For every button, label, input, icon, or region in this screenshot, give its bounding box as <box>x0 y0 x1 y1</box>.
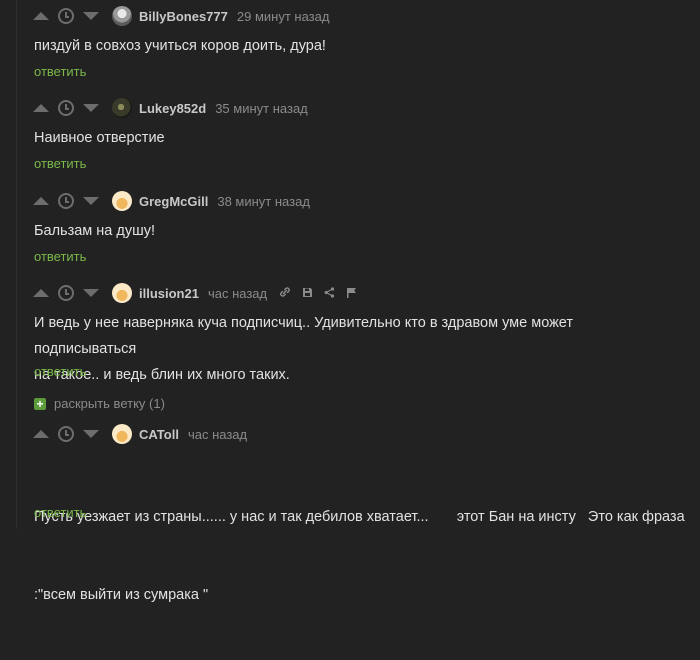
comment-text-line: И ведь у нее наверняка куча подписчиц.. … <box>34 315 574 357</box>
comment-time: 35 минут назад <box>215 100 308 116</box>
comment-text-line: на такое.. и ведь блин их много таких. <box>34 367 290 383</box>
reply-link[interactable]: ответить <box>34 364 86 379</box>
comment-time: 29 минут назад <box>236 8 330 24</box>
share-icon[interactable] <box>324 286 335 300</box>
save-icon[interactable] <box>302 287 313 300</box>
expand-branch-label: раскрыть ветку (1) <box>54 396 165 411</box>
vote-up-icon[interactable] <box>33 12 49 20</box>
avatar[interactable] <box>112 6 132 26</box>
comment-author[interactable]: Lukey852d <box>139 101 206 116</box>
comment-header: Lukey852d 35 минут назад <box>33 97 308 119</box>
comment-header: GregMcGill 38 минут назад <box>33 190 310 212</box>
vote-up-icon[interactable] <box>33 289 49 297</box>
link-icon[interactable] <box>279 286 291 300</box>
vote-up-icon[interactable] <box>33 430 49 438</box>
avatar[interactable] <box>112 283 132 303</box>
clock-icon[interactable] <box>58 285 74 301</box>
avatar[interactable] <box>112 98 132 118</box>
expand-branch-button[interactable]: + раскрыть ветку (1) <box>34 396 165 411</box>
vote-down-icon[interactable] <box>83 430 99 438</box>
comment-author[interactable]: CAToll <box>139 427 179 442</box>
comment-text-line: :"всем выйти из сумрака " <box>34 587 209 603</box>
comment-text: И ведь у нее наверняка куча подписчиц.. … <box>34 310 674 388</box>
thread-line <box>16 0 17 529</box>
vote-down-icon[interactable] <box>83 197 99 205</box>
comment-time: час назад <box>207 285 268 301</box>
clock-icon[interactable] <box>58 100 74 116</box>
vote-up-icon[interactable] <box>33 197 49 205</box>
clock-icon[interactable] <box>58 426 74 442</box>
comment-actions <box>279 286 357 300</box>
comment-text: пиздуй в совхоз учиться коров доить, дур… <box>34 38 326 54</box>
comment-author[interactable]: GregMcGill <box>139 194 208 209</box>
clock-icon[interactable] <box>58 193 74 209</box>
vote-down-icon[interactable] <box>83 289 99 297</box>
clock-icon[interactable] <box>58 8 74 24</box>
reply-link[interactable]: ответить <box>34 249 86 264</box>
vote-down-icon[interactable] <box>83 12 99 20</box>
avatar[interactable] <box>112 191 132 211</box>
plus-icon: + <box>34 397 46 410</box>
reply-link[interactable]: ответить <box>34 64 86 79</box>
comment-text: Наивное отверстие <box>34 130 165 146</box>
avatar[interactable] <box>112 424 132 444</box>
comment-time: 38 минут назад <box>217 193 310 209</box>
comment-text: Бальзам на душу! <box>34 223 156 239</box>
comment-time: час назад <box>187 426 248 442</box>
comment-author[interactable]: BillyBones777 <box>139 9 228 24</box>
vote-up-icon[interactable] <box>33 104 49 112</box>
comment-author[interactable]: illusion21 <box>139 286 199 301</box>
comment-text: Пусть уезжает из страны...... у нас и та… <box>34 452 685 660</box>
comment-header: CAToll час назад <box>33 423 247 445</box>
comment-header: BillyBones777 29 минут назад <box>33 5 329 27</box>
comment-text-line: Пусть уезжает из страны...... у нас и та… <box>34 509 685 525</box>
flag-icon[interactable] <box>346 287 357 300</box>
reply-link[interactable]: ответить <box>34 505 86 520</box>
comment-header: illusion21 час назад <box>33 282 357 304</box>
reply-link[interactable]: ответить <box>34 156 86 171</box>
vote-down-icon[interactable] <box>83 104 99 112</box>
